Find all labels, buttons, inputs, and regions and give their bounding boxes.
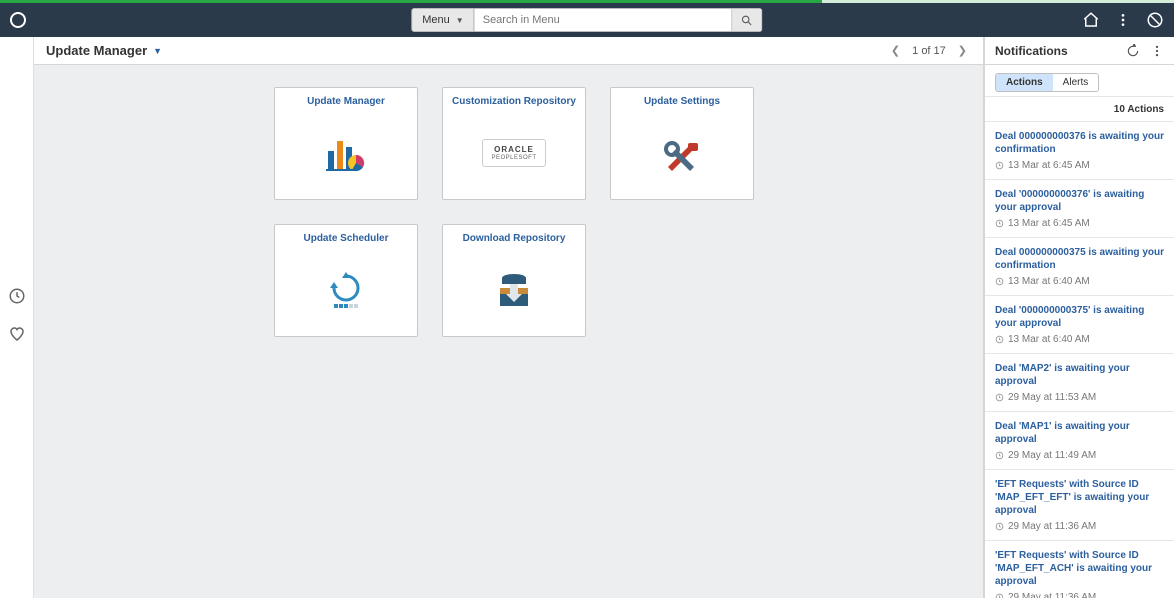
bar-chart-icon xyxy=(322,107,370,199)
search-icon xyxy=(741,14,754,27)
download-box-icon xyxy=(490,244,538,336)
notification-item-title[interactable]: Deal 'MAP2' is awaiting your approval xyxy=(995,362,1164,388)
tile-title: Download Repository xyxy=(463,233,566,244)
kebab-icon[interactable] xyxy=(1150,44,1164,58)
notification-item-title[interactable]: Deal '000000000376' is awaiting your app… xyxy=(995,188,1164,214)
left-rail xyxy=(0,37,34,598)
notifications-tabs-row: Actions Alerts xyxy=(985,65,1174,97)
notification-item[interactable]: Deal 'MAP1' is awaiting your approval 29 … xyxy=(985,412,1174,470)
sync-progress-icon xyxy=(322,244,370,336)
pager-next[interactable]: ❯ xyxy=(954,42,971,59)
notifications-tabs: Actions Alerts xyxy=(995,73,1099,92)
notifications-panel: Notifications Actions Alerts 10 Actions … xyxy=(984,37,1174,598)
notification-item-time: 29 May at 11:53 AM xyxy=(995,392,1164,403)
no-entry-icon[interactable] xyxy=(1146,11,1164,29)
notification-item-time: 13 Mar at 6:45 AM xyxy=(995,218,1164,229)
notifications-count: 10 Actions xyxy=(1114,104,1164,115)
menu-label: Menu xyxy=(422,14,450,26)
page-title-dropdown[interactable]: Update Manager ▼ xyxy=(46,43,162,58)
pager-text: 1 of 17 xyxy=(912,45,946,57)
notification-item-title[interactable]: 'EFT Requests' with Source ID 'MAP_EFT_A… xyxy=(995,549,1164,588)
notification-item-title[interactable]: 'EFT Requests' with Source ID 'MAP_EFT_E… xyxy=(995,478,1164,517)
app-logo[interactable] xyxy=(10,12,26,28)
tab-alerts[interactable]: Alerts xyxy=(1053,74,1099,91)
caret-down-icon: ▼ xyxy=(153,46,162,56)
notification-item-time: 29 May at 11:36 AM xyxy=(995,592,1164,598)
oracle-peoplesoft-logo: ORACLE PEOPLESOFT xyxy=(482,107,545,199)
page-title: Update Manager xyxy=(46,43,147,58)
topbar-center: Menu ▼ xyxy=(411,8,762,32)
notification-item[interactable]: Deal 000000000376 is awaiting your confi… xyxy=(985,122,1174,180)
pager-prev[interactable]: ❮ xyxy=(887,42,904,59)
search-button[interactable] xyxy=(732,9,762,31)
tile-row: Update Scheduler xyxy=(274,224,983,337)
topbar-right xyxy=(1082,11,1164,29)
notification-item-title[interactable]: Deal 'MAP1' is awaiting your approval xyxy=(995,420,1164,446)
notification-item-time: 13 Mar at 6:45 AM xyxy=(995,160,1164,171)
tools-icon xyxy=(658,107,706,199)
tile-title: Update Settings xyxy=(644,96,720,107)
tile-row: Update Manager Cus xyxy=(274,87,983,200)
menu-button[interactable]: Menu ▼ xyxy=(411,8,474,32)
notification-item-time: 13 Mar at 6:40 AM xyxy=(995,276,1164,287)
tile-title: Update Manager xyxy=(307,96,385,107)
tile-update-settings[interactable]: Update Settings xyxy=(610,87,754,200)
favorite-icon[interactable] xyxy=(8,325,26,343)
peoplesoft-text: PEOPLESOFT xyxy=(491,155,536,161)
pager: ❮ 1 of 17 ❯ xyxy=(887,42,971,59)
main-header: Update Manager ▼ ❮ 1 of 17 ❯ xyxy=(34,37,983,65)
notification-item-time: 29 May at 11:36 AM xyxy=(995,521,1164,532)
tile-title: Update Scheduler xyxy=(303,233,388,244)
topbar: Menu ▼ xyxy=(0,3,1174,37)
caret-down-icon: ▼ xyxy=(456,16,464,25)
oracle-text: ORACLE xyxy=(491,145,536,154)
notification-item[interactable]: 'EFT Requests' with Source ID 'MAP_EFT_A… xyxy=(985,541,1174,598)
tile-update-scheduler[interactable]: Update Scheduler xyxy=(274,224,418,337)
search-wrap xyxy=(475,8,763,32)
recent-icon[interactable] xyxy=(8,287,26,305)
tile-download-repository[interactable]: Download Repository xyxy=(442,224,586,337)
notification-item[interactable]: Deal '000000000375' is awaiting your app… xyxy=(985,296,1174,354)
search-input[interactable] xyxy=(475,14,732,26)
home-icon[interactable] xyxy=(1082,11,1100,29)
notification-item-title[interactable]: Deal 000000000375 is awaiting your confi… xyxy=(995,246,1164,272)
notification-item[interactable]: Deal 'MAP2' is awaiting your approval 29 … xyxy=(985,354,1174,412)
tiles-area: Update Manager Cus xyxy=(34,65,983,598)
tile-update-manager[interactable]: Update Manager xyxy=(274,87,418,200)
notification-item-title[interactable]: Deal '000000000375' is awaiting your app… xyxy=(995,304,1164,330)
notification-item[interactable]: Deal 000000000375 is awaiting your confi… xyxy=(985,238,1174,296)
tile-title: Customization Repository xyxy=(452,96,576,107)
notification-item-title[interactable]: Deal 000000000376 is awaiting your confi… xyxy=(995,130,1164,156)
kebab-icon[interactable] xyxy=(1114,11,1132,29)
notifications-header: Notifications xyxy=(985,37,1174,65)
main-area: Update Manager ▼ ❮ 1 of 17 ❯ Update Mana… xyxy=(34,37,984,598)
notification-item[interactable]: Deal '000000000376' is awaiting your app… xyxy=(985,180,1174,238)
page-body: Update Manager ▼ ❮ 1 of 17 ❯ Update Mana… xyxy=(0,37,1174,598)
notification-item[interactable]: 'EFT Requests' with Source ID 'MAP_EFT_E… xyxy=(985,470,1174,541)
notification-item-time: 29 May at 11:49 AM xyxy=(995,450,1164,461)
refresh-icon[interactable] xyxy=(1126,44,1140,58)
notifications-title: Notifications xyxy=(995,44,1068,58)
tab-actions[interactable]: Actions xyxy=(996,74,1053,91)
notifications-list[interactable]: Deal 000000000376 is awaiting your confi… xyxy=(985,122,1174,598)
notification-item-time: 13 Mar at 6:40 AM xyxy=(995,334,1164,345)
tile-customization-repository[interactable]: Customization Repository ORACLE PEOPLESO… xyxy=(442,87,586,200)
